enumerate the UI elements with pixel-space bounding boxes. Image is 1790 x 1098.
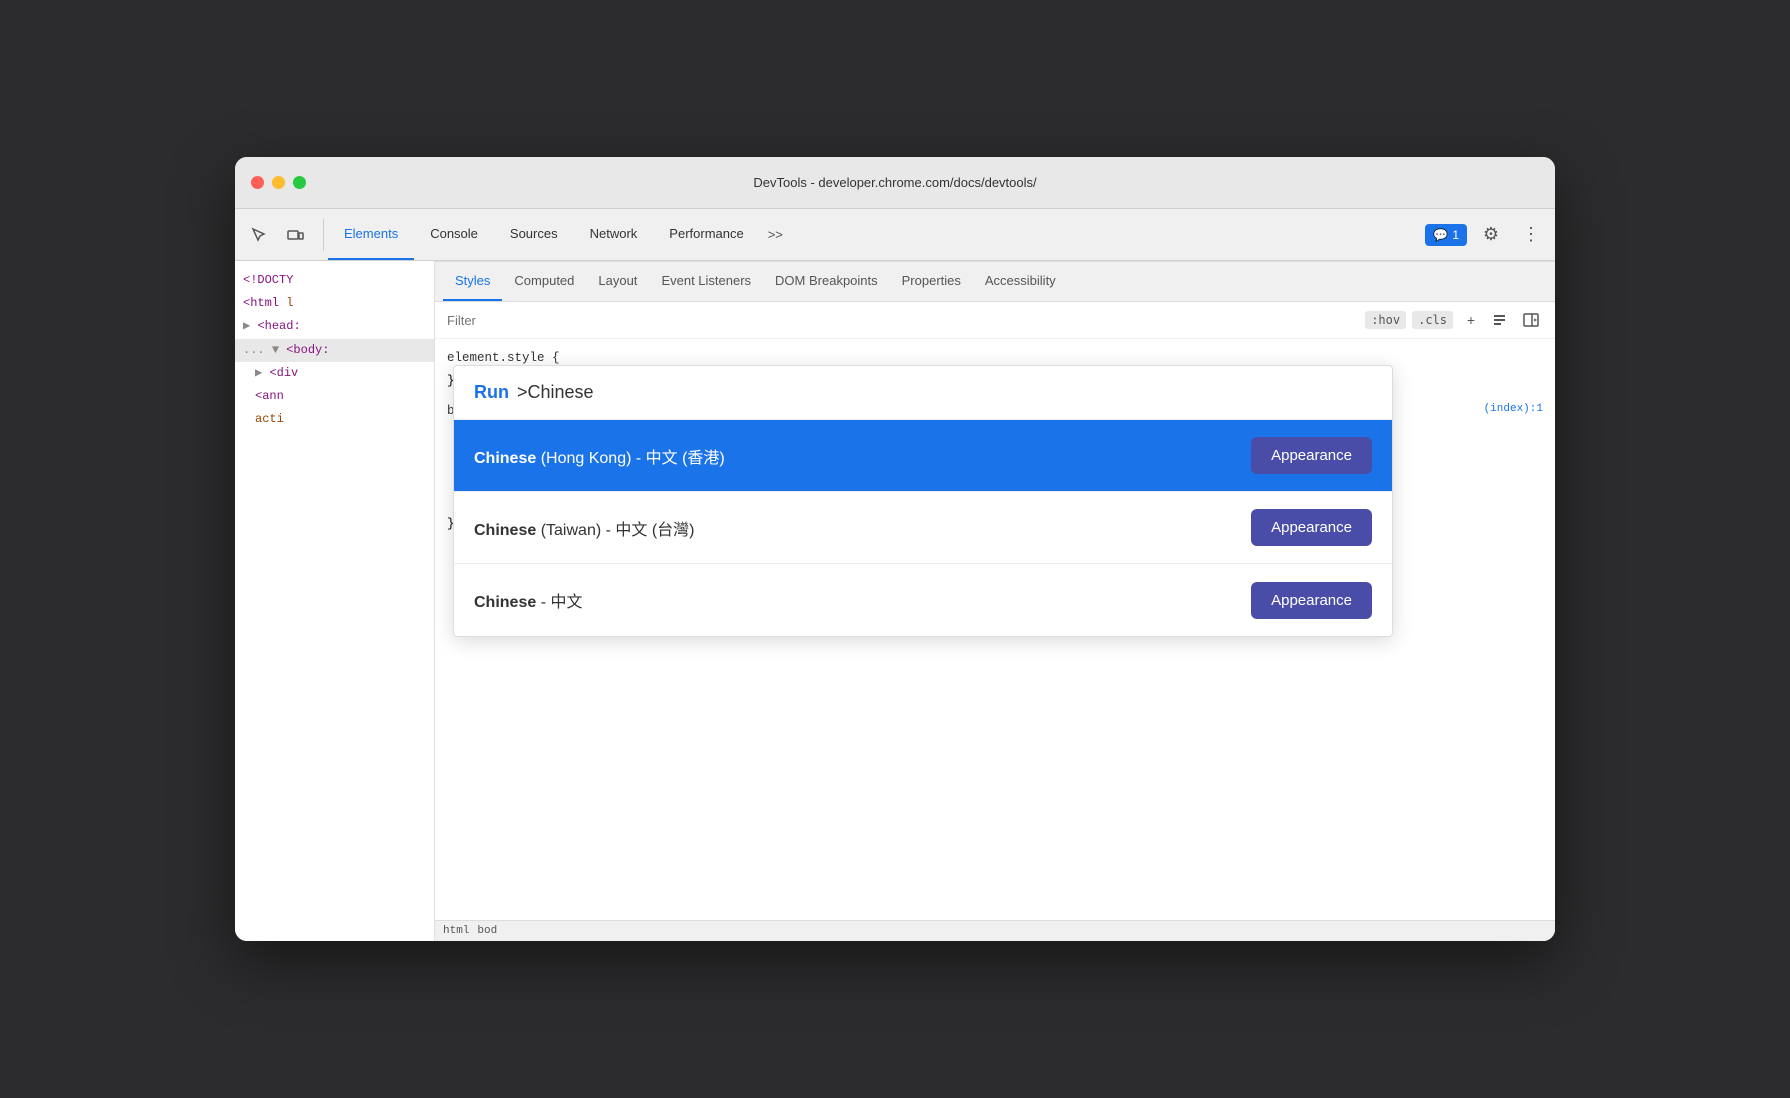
command-item-rest: (Taiwan) - 中文 (台灣) [541,522,695,539]
device-toggle-icon[interactable] [279,219,311,251]
toolbar-right: 💬 1 ⚙ ⋮ [1425,219,1547,251]
command-item-chinese-hong-kong[interactable]: Chinese (Hong Kong) - 中文 (香港) Appearance [454,420,1392,492]
window-title: DevTools - developer.chrome.com/docs/dev… [753,175,1036,190]
filter-actions: :hov .cls + [1365,308,1543,332]
more-tabs-button[interactable]: >> [760,209,791,260]
appearance-button-2[interactable]: Appearance [1251,509,1372,546]
command-item-text: Chinese (Hong Kong) - 中文 (香港) [474,444,1251,468]
tree-line[interactable]: <ann [235,385,434,408]
tab-dom-breakpoints[interactable]: DOM Breakpoints [763,262,890,301]
new-style-rule-button[interactable] [1489,308,1513,332]
command-item-rest: - 中文 [541,594,583,611]
tree-line[interactable]: <html l [235,292,434,315]
toggle-sidebar-button[interactable] [1519,308,1543,332]
devtools-window: DevTools - developer.chrome.com/docs/dev… [235,157,1555,941]
tab-performance[interactable]: Performance [653,209,759,260]
styles-filter-bar: :hov .cls + [435,302,1555,339]
devtools-toolbar: Elements Console Sources Network Perform… [235,209,1555,261]
notification-count: 1 [1452,228,1459,242]
command-query: >Chinese [517,382,594,403]
command-item-text: Chinese (Taiwan) - 中文 (台灣) [474,516,1251,540]
appearance-button-3[interactable]: Appearance [1251,582,1372,619]
cls-button[interactable]: .cls [1412,311,1453,329]
run-label: Run [474,382,509,403]
command-item-bold: Chinese [474,594,536,611]
command-item-chinese-taiwan[interactable]: Chinese (Taiwan) - 中文 (台灣) Appearance [454,492,1392,564]
tab-computed[interactable]: Computed [502,262,586,301]
hov-button[interactable]: :hov [1365,311,1406,329]
command-input-row: Run >Chinese [454,366,1392,420]
command-item-bold: Chinese [474,522,536,539]
tab-styles[interactable]: Styles [443,262,502,301]
tab-sources[interactable]: Sources [494,209,574,260]
add-style-button[interactable]: + [1459,308,1483,332]
notification-badge[interactable]: 💬 1 [1425,224,1467,246]
tree-line: <!DOCTY [235,269,434,292]
command-item-bold: Chinese [474,450,536,467]
maximize-button[interactable] [293,176,306,189]
tree-line[interactable]: ▶ <head: [235,315,434,338]
close-button[interactable] [251,176,264,189]
command-item-text: Chinese - 中文 [474,588,1251,612]
settings-button[interactable]: ⚙ [1475,219,1507,251]
tree-line: acti [235,408,434,431]
tabs-container: Elements Console Sources Network Perform… [328,209,1425,260]
tab-event-listeners[interactable]: Event Listeners [649,262,763,301]
command-item-rest: (Hong Kong) - 中文 (香港) [541,450,725,467]
command-palette: Run >Chinese Chinese (Hong Kong) - 中文 (香… [453,365,1393,637]
notification-icon: 💬 [1433,228,1448,242]
css-source[interactable]: (index):1 [1484,400,1543,420]
traffic-lights [251,176,306,189]
title-bar: DevTools - developer.chrome.com/docs/dev… [235,157,1555,209]
more-options-button[interactable]: ⋮ [1515,219,1547,251]
tree-line[interactable]: ▶ <div [235,362,434,385]
breadcrumb-html[interactable]: html [443,925,469,937]
breadcrumb-body[interactable]: bod [477,925,497,937]
filter-input[interactable] [447,313,1357,328]
tab-console[interactable]: Console [414,209,494,260]
main-content: <!DOCTY <html l ▶ <head: ... ▼ <body: ▶ … [235,261,1555,941]
tab-layout[interactable]: Layout [586,262,649,301]
elements-panel: <!DOCTY <html l ▶ <head: ... ▼ <body: ▶ … [235,261,435,941]
tree-line-body[interactable]: ... ▼ <body: [235,339,434,362]
minimize-button[interactable] [272,176,285,189]
breadcrumb-bar: html bod [435,920,1555,941]
tab-accessibility[interactable]: Accessibility [973,262,1068,301]
toolbar-icons [243,219,324,251]
tab-properties[interactable]: Properties [890,262,973,301]
inspector-icon[interactable] [243,219,275,251]
appearance-button-1[interactable]: Appearance [1251,437,1372,474]
styles-tabs: Styles Computed Layout Event Listeners D… [435,262,1555,302]
tab-elements[interactable]: Elements [328,209,414,260]
command-item-chinese[interactable]: Chinese - 中文 Appearance [454,564,1392,636]
tab-network[interactable]: Network [574,209,654,260]
